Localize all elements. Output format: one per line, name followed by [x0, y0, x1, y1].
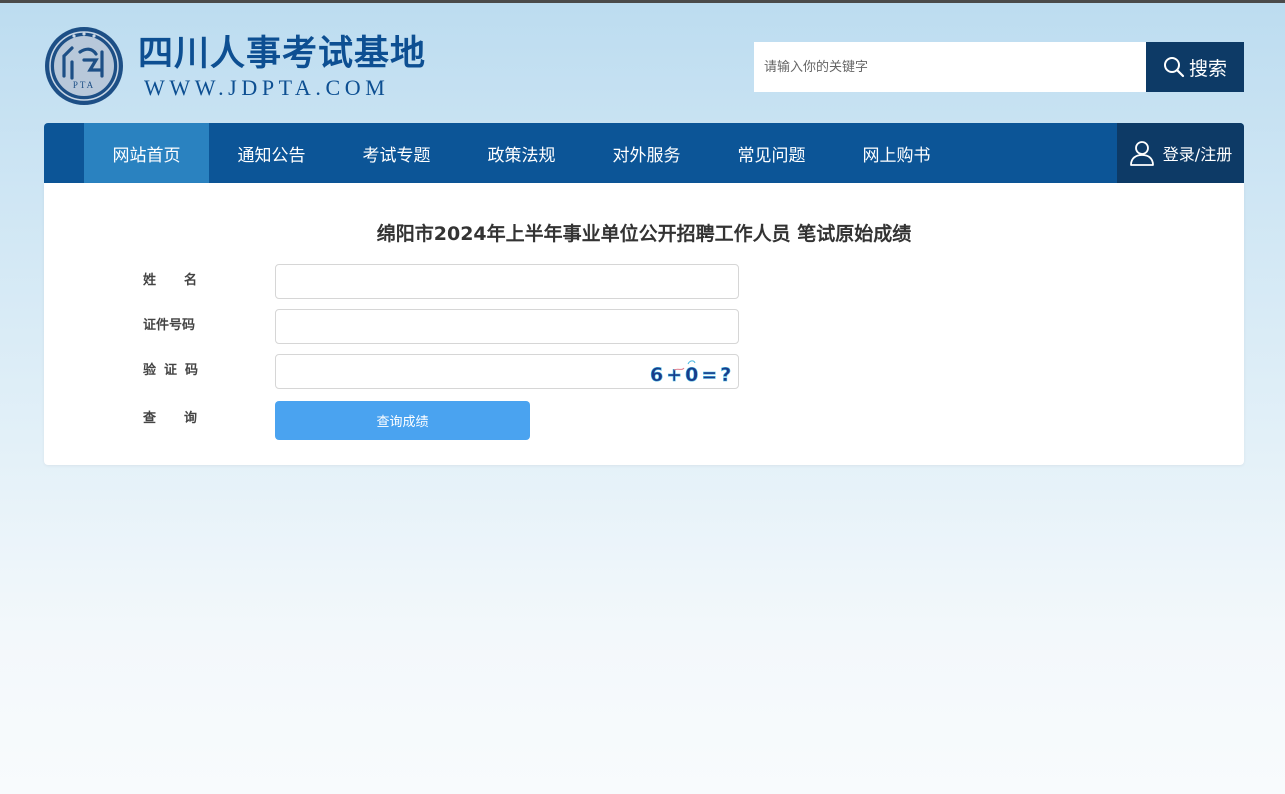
captcha-image[interactable]: 6+0=? — [648, 358, 732, 386]
query-score-button[interactable]: 查询成绩 — [275, 401, 530, 440]
page-title: 绵阳市2024年上半年事业单位公开招聘工作人员 笔试原始成绩 — [376, 223, 912, 245]
nav-item-faq[interactable]: 常见问题 — [709, 123, 834, 183]
nav-item-home[interactable]: 网站首页 — [84, 123, 209, 183]
nav-item-policies[interactable]: 政策法规 — [459, 123, 584, 183]
id-number-input[interactable] — [275, 309, 739, 344]
nav-item-notices[interactable]: 通知公告 — [209, 123, 334, 183]
user-icon — [1129, 141, 1154, 166]
site-url: WWW.JDPTA.COM — [144, 75, 390, 100]
logo-letters: PTA — [73, 80, 95, 90]
logo-emblem[interactable]: PTA — [44, 26, 124, 106]
nav-item-bookstore[interactable]: 网上购书 — [834, 123, 959, 183]
search-button-label: 搜索 — [1188, 57, 1227, 80]
site-title: 四川人事考试基地 — [138, 34, 427, 74]
main-nav: 网站首页 通知公告 考试专题 政策法规 对外服务 常见问题 网上购书 登录/注册 — [44, 123, 1244, 183]
search-button[interactable]: 搜索 — [1146, 42, 1244, 92]
id-number-label: 证件号码 — [143, 318, 196, 333]
nav-item-services[interactable]: 对外服务 — [584, 123, 709, 183]
captcha-label: 验证码 — [143, 363, 207, 378]
search-icon — [1163, 57, 1185, 78]
login-register-label: 登录/注册 — [1162, 145, 1233, 164]
query-label: 查询 — [143, 411, 226, 426]
search-input[interactable] — [754, 42, 1146, 92]
captcha-text: 6+0=? — [650, 364, 732, 386]
login-register-button[interactable]: 登录/注册 — [1117, 123, 1244, 183]
name-label: 姓名 — [143, 273, 226, 288]
name-input[interactable] — [275, 264, 739, 299]
score-query-panel: 绵阳市2024年上半年事业单位公开招聘工作人员 笔试原始成绩 姓名 证件号码 验… — [44, 183, 1244, 465]
nav-item-exam-topics[interactable]: 考试专题 — [334, 123, 459, 183]
window-top-border — [0, 0, 1285, 3]
